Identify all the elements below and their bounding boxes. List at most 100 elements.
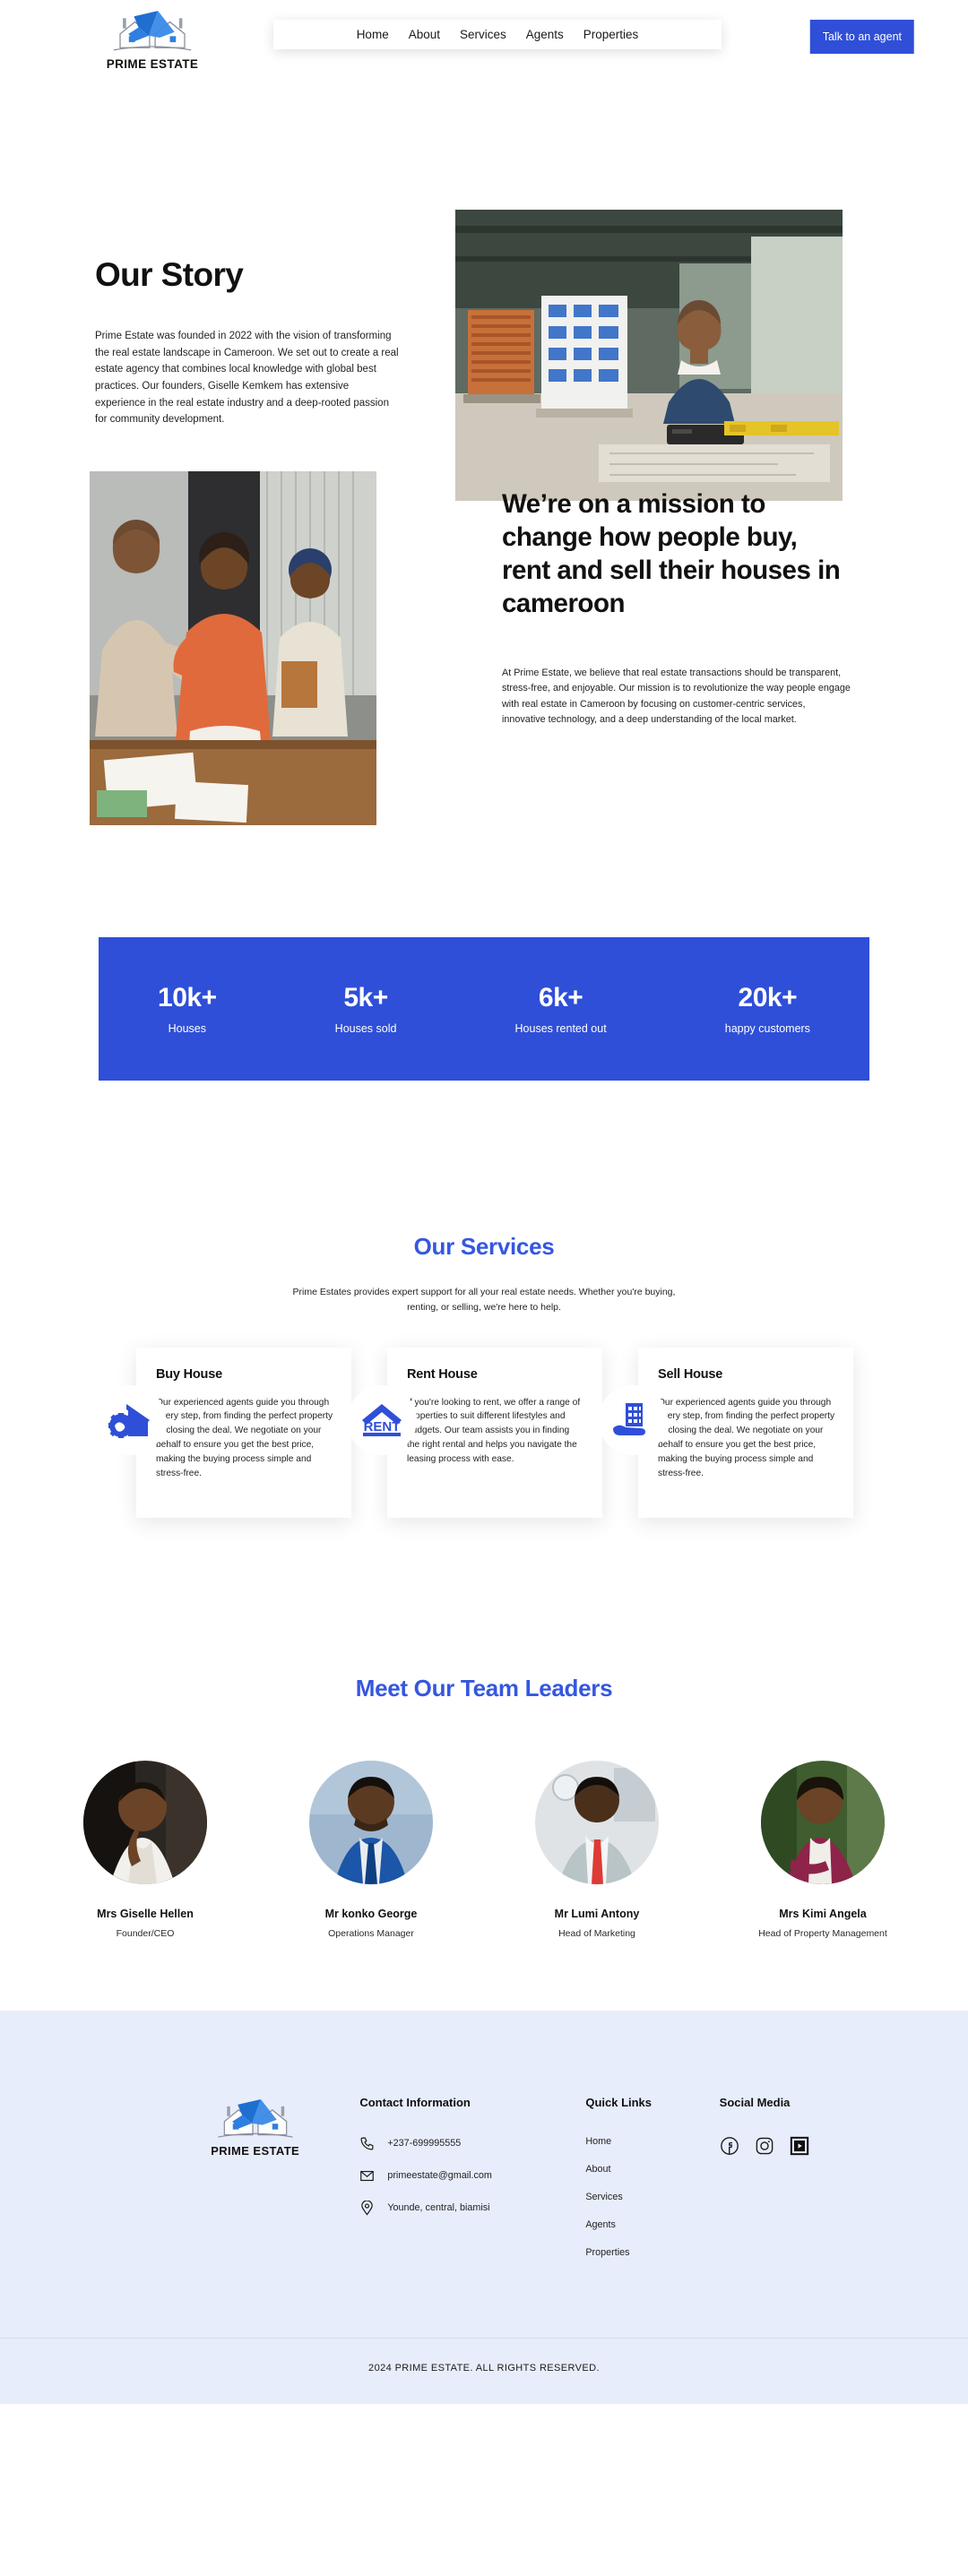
team-member-name: Mrs Kimi Angela	[779, 1907, 867, 1920]
team-member-role: Operations Manager	[328, 1927, 414, 1939]
our-story-image	[455, 210, 843, 501]
nav-item-agents[interactable]: Agents	[526, 28, 564, 41]
services-card-list: Buy House Our experienced agents guide y…	[0, 1347, 968, 1518]
stat-item: 6k+ Houses rented out	[515, 983, 607, 1035]
team-member: Mr Lumi Antony Head of Marketing	[509, 1760, 685, 1939]
nav-item-properties[interactable]: Properties	[583, 28, 639, 41]
team-title: Meet Our Team Leaders	[355, 1674, 613, 1702]
service-card-buy-house[interactable]: Buy House Our experienced agents guide y…	[96, 1347, 351, 1518]
primary-nav: Home About Services Agents Properties	[273, 20, 722, 49]
footer-link-services[interactable]: Services	[585, 2192, 719, 2202]
stat-label: Houses	[168, 1022, 207, 1035]
avatar	[535, 1760, 659, 1884]
footer-address-row: Younde, central, biamisi	[359, 2200, 585, 2216]
phone-icon	[360, 2137, 374, 2150]
footer-quick-links-heading: Quick Links	[585, 2095, 653, 2109]
stat-value: 10k+	[158, 983, 217, 1012]
team-member-list: Mrs Giselle Hellen Founder/CEO Mr konko …	[0, 1760, 968, 1939]
team-member-name: Mrs Giselle Hellen	[97, 1907, 194, 1920]
stat-item: 5k+ Houses sold	[335, 983, 397, 1035]
stats-section: 10k+ Houses 5k+ Houses sold 6k+ Houses r…	[0, 919, 968, 1081]
nav-item-services[interactable]: Services	[460, 28, 506, 41]
service-card-rent-house[interactable]: RENT Rent House If you're looking to ren…	[347, 1347, 602, 1518]
service-card-text: Our experienced agents guide you through…	[156, 1397, 333, 1478]
member-photo-4	[761, 1760, 885, 1884]
talk-to-an-agent-button[interactable]: Talk to an agent	[809, 20, 914, 54]
footer-link-agents[interactable]: Agents	[585, 2219, 719, 2230]
service-card-title: Buy House	[156, 1366, 222, 1382]
footer-link-home[interactable]: Home	[585, 2136, 719, 2147]
footer-email-row[interactable]: primeestate@gmail.com	[359, 2168, 585, 2184]
footer-contact-column: Contact Information +237-699995555 prime…	[359, 2096, 585, 2275]
instagram-icon[interactable]	[755, 2136, 774, 2160]
team-section: Meet Our Team Leaders Mrs Giselle Hellen…	[0, 1518, 968, 2011]
service-card-sell-house[interactable]: Sell House Our experienced agents guide …	[598, 1347, 853, 1518]
service-card-text: If you're looking to rent, we offer a ra…	[407, 1397, 581, 1464]
stat-value: 6k+	[538, 983, 583, 1012]
prime-estate-logo-icon	[113, 11, 192, 51]
brand-name: PRIME ESTATE	[106, 57, 199, 71]
house-handshake-icon	[96, 1384, 166, 1455]
service-card-title: Rent House	[407, 1366, 478, 1382]
primary-nav-wrapper: Home About Services Agents Properties	[273, 20, 722, 49]
footer-quick-links-column: Quick Links Home About Services Agents P…	[585, 2096, 719, 2275]
copyright-text: 2024 PRIME ESTATE. ALL RIGHTS RESERVED.	[368, 2362, 600, 2374]
footer-brand[interactable]: PRIME ESTATE	[151, 2096, 359, 2275]
mission-body: At Prime Estate, we believe that real es…	[502, 667, 851, 726]
nav-item-home[interactable]: Home	[357, 28, 389, 41]
nav-item-about[interactable]: About	[409, 28, 440, 41]
avatar	[761, 1760, 885, 1884]
our-story-body: Prime Estate was founded in 2022 with th…	[95, 331, 399, 426]
handshake-meeting-photo	[90, 471, 376, 825]
stat-value: 5k+	[343, 983, 388, 1012]
our-story-text: Our Story Prime Estate was founded in 20…	[95, 256, 400, 428]
social-icon-list	[720, 2136, 878, 2160]
our-story-section: Our Story Prime Estate was founded in 20…	[0, 86, 968, 501]
our-story-title: Our Story	[95, 256, 244, 293]
footer-social-heading: Social Media	[719, 2095, 791, 2109]
svg-text:RENT: RENT	[364, 1419, 401, 1434]
brand-logo[interactable]: PRIME ESTATE	[99, 7, 206, 71]
stat-value: 20k+	[738, 983, 798, 1012]
services-title: Our Services	[413, 1233, 555, 1260]
stat-label: Houses sold	[334, 1022, 397, 1035]
avatar	[83, 1760, 207, 1884]
rent-sign-icon: RENT	[347, 1384, 417, 1455]
footer-social-column: Social Media	[720, 2096, 878, 2275]
footer-phone-value: +237-699995555	[387, 2138, 462, 2150]
member-photo-3	[535, 1760, 659, 1884]
location-pin-icon	[361, 2200, 374, 2216]
footer-link-about[interactable]: About	[585, 2164, 719, 2175]
facebook-icon[interactable]	[720, 2136, 739, 2160]
footer-phone-row[interactable]: +237-699995555	[359, 2136, 585, 2151]
site-header: PRIME ESTATE Home About Services Agents …	[0, 0, 968, 86]
team-member-name: Mr konko George	[324, 1907, 418, 1920]
avatar	[309, 1760, 433, 1884]
copyright-bar: 2024 PRIME ESTATE. ALL RIGHTS RESERVED.	[0, 2337, 968, 2404]
team-member-role: Founder/CEO	[116, 1927, 175, 1939]
team-member: Mrs Giselle Hellen Founder/CEO	[57, 1760, 233, 1939]
services-section: Our Services Prime Estates provides expe…	[0, 1081, 968, 1518]
services-subtitle: Prime Estates provides expert support fo…	[292, 1287, 676, 1313]
site-footer: PRIME ESTATE Contact Information +237-69…	[0, 2010, 968, 2338]
member-photo-1	[83, 1760, 207, 1884]
mission-section: We’re on a mission to change how people …	[0, 471, 968, 919]
mission-title: We’re on a mission to change how people …	[502, 489, 841, 619]
office-model-buildings-photo	[455, 210, 843, 501]
mail-icon	[360, 2170, 375, 2181]
youtube-icon[interactable]	[790, 2136, 809, 2160]
service-card-text: Our experienced agents guide you through…	[658, 1397, 835, 1478]
stat-item: 20k+ happy customers	[725, 983, 810, 1035]
footer-link-properties[interactable]: Properties	[585, 2247, 719, 2258]
stat-label: Houses rented out	[514, 1022, 607, 1035]
stat-label: happy customers	[724, 1022, 810, 1035]
footer-columns: PRIME ESTATE Contact Information +237-69…	[90, 2096, 878, 2275]
stat-item: 10k+ Houses	[158, 983, 217, 1035]
team-member-role: Head of Property Management	[758, 1927, 887, 1939]
building-in-hand-icon	[598, 1384, 668, 1455]
member-photo-2	[309, 1760, 433, 1884]
team-member: Mrs Kimi Angela Head of Property Managem…	[735, 1760, 911, 1939]
mission-image	[90, 471, 376, 825]
prime-estate-logo-icon	[217, 2098, 293, 2138]
service-card-title: Sell House	[658, 1366, 723, 1382]
